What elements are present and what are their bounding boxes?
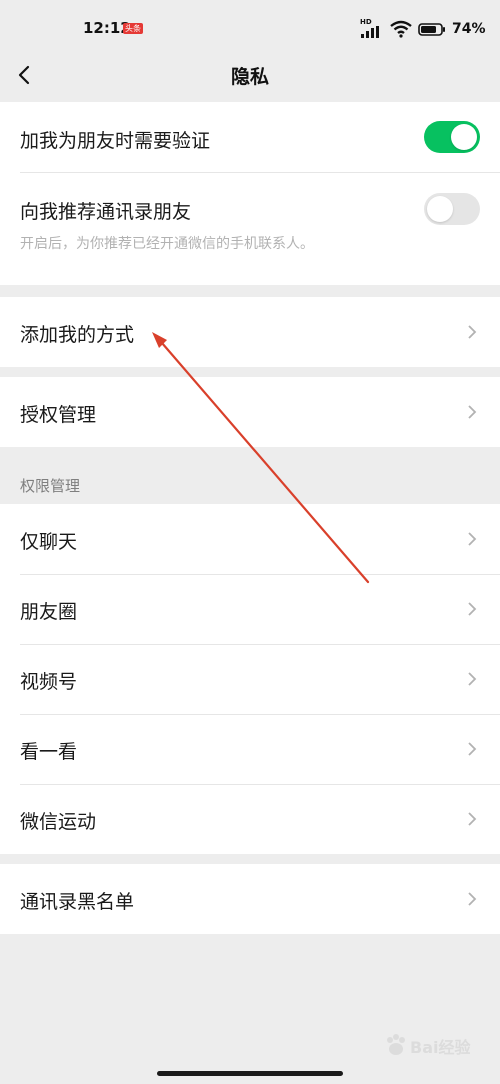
wifi-icon: [390, 20, 412, 38]
blacklist-label: 通讯录黑名单: [20, 891, 135, 913]
auth-label: 授权管理: [20, 404, 97, 426]
recommend-toggle[interactable]: [424, 193, 480, 225]
add-me-label: 添加我的方式: [20, 324, 135, 346]
battery-icon: [418, 23, 445, 36]
permissions-header: 权限管理: [20, 477, 81, 495]
verify-row: 加我为朋友时需要验证: [0, 102, 500, 172]
auth-group: 授权管理: [0, 377, 500, 447]
permission-item-label: 微信运动: [20, 811, 97, 833]
permission-item-chat-only[interactable]: 仅聊天: [0, 504, 500, 574]
auth-row[interactable]: 授权管理: [0, 377, 500, 447]
chevron-right-icon: [468, 812, 477, 826]
signal-icon: [361, 26, 379, 38]
network-label: HD: [360, 18, 372, 26]
chevron-right-icon: [468, 602, 477, 616]
recommend-row: 向我推荐通讯录朋友: [0, 172, 500, 242]
battery-level: 74%: [452, 21, 486, 37]
chevron-right-icon: [468, 892, 477, 906]
permission-item-channels[interactable]: 视频号: [0, 644, 500, 714]
status-icons: HD 74%: [360, 18, 486, 38]
permission-item-label: 朋友圈: [20, 601, 78, 623]
recommend-label: 向我推荐通讯录朋友: [20, 201, 192, 223]
permission-item-werun[interactable]: 微信运动: [0, 784, 500, 854]
recommend-hint: 开启后，为你推荐已经开通微信的手机联系人。: [20, 236, 314, 252]
permission-item-label: 看一看: [20, 741, 78, 763]
chevron-right-icon: [468, 672, 477, 686]
permission-item-label: 仅聊天: [20, 531, 78, 553]
chevron-right-icon: [468, 325, 477, 339]
blacklist-row[interactable]: 通讯录黑名单: [0, 864, 500, 934]
page-title: 隐私: [230, 66, 269, 88]
home-indicator: [157, 1071, 343, 1076]
add-me-group: 添加我的方式: [0, 297, 500, 367]
status-bar: 12:12 头条 HD 74%: [0, 0, 500, 50]
watermark-text: Bai经验: [410, 1038, 471, 1057]
baidu-watermark: Bai经验: [380, 1028, 480, 1068]
permission-item-moments[interactable]: 朋友圈: [0, 574, 500, 644]
verify-label: 加我为朋友时需要验证: [20, 130, 211, 152]
permission-item-label: 视频号: [20, 671, 78, 693]
permission-item-top-stories[interactable]: 看一看: [0, 714, 500, 784]
chevron-right-icon: [468, 532, 477, 546]
news-badge: 头条: [123, 23, 143, 34]
toggle-knob: [451, 124, 477, 150]
verify-toggle[interactable]: [424, 121, 480, 153]
toggle-knob: [427, 196, 453, 222]
add-me-row[interactable]: 添加我的方式: [0, 297, 500, 367]
chevron-right-icon: [468, 405, 477, 419]
paw-icon: [387, 1034, 405, 1055]
friend-settings-group: 加我为朋友时需要验证 向我推荐通讯录朋友: [0, 102, 500, 285]
blacklist-group: 通讯录黑名单: [0, 864, 500, 934]
permissions-group: 仅聊天 朋友圈 视频号 看一看 微信运动: [0, 504, 500, 854]
nav-bar: 隐私: [0, 50, 500, 100]
chevron-right-icon: [468, 742, 477, 756]
